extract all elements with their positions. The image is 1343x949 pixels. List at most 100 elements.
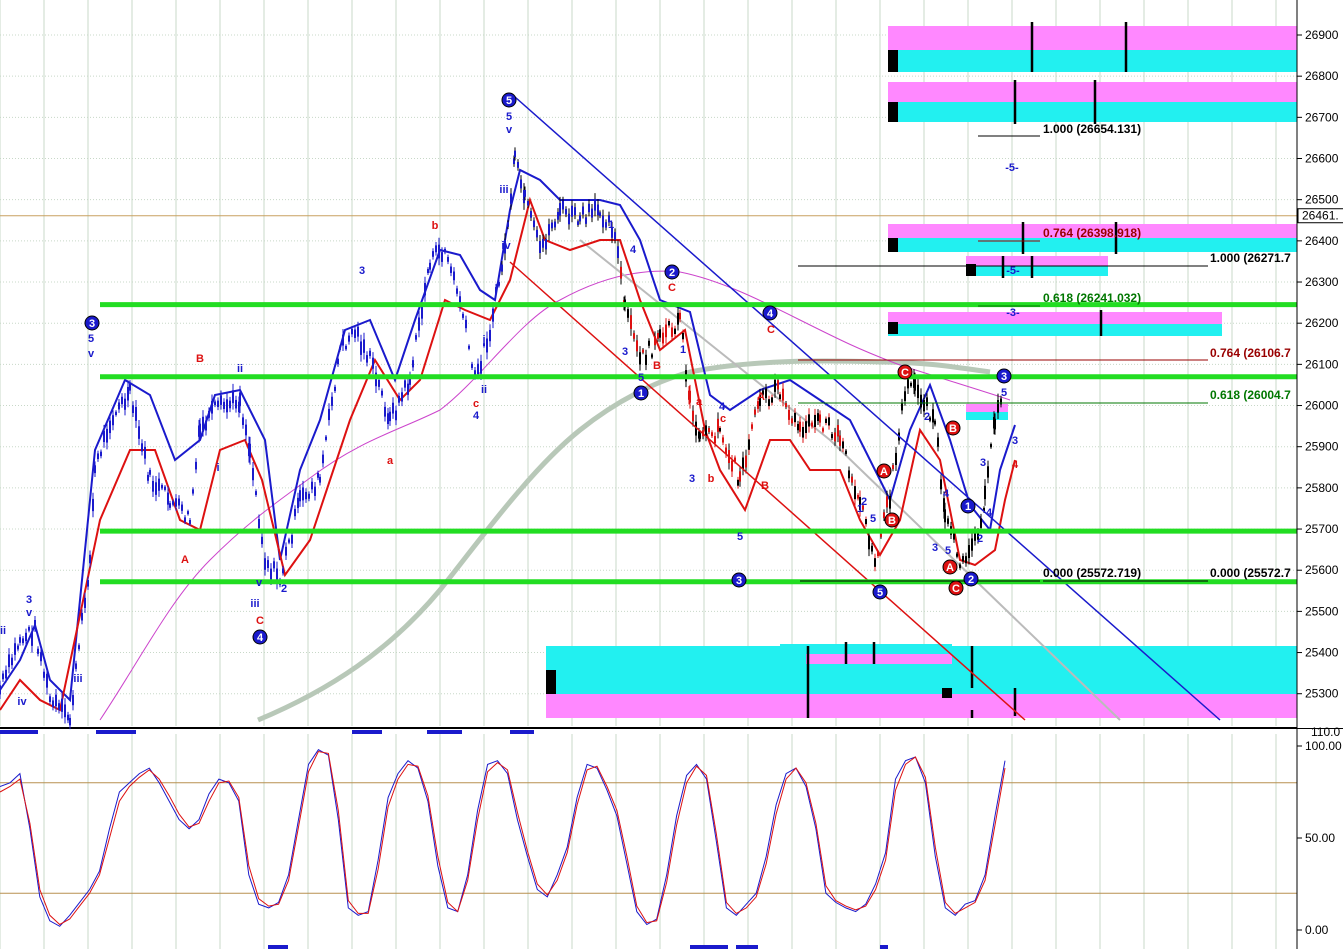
price-body	[851, 476, 853, 483]
price-body	[444, 248, 446, 253]
price-body	[579, 215, 581, 222]
price-body	[765, 388, 767, 399]
price-body	[245, 424, 247, 436]
price-body	[415, 335, 417, 340]
wave-label: 3	[359, 265, 365, 277]
price-body	[115, 411, 117, 416]
price-body	[854, 486, 856, 500]
price-body	[602, 215, 604, 228]
price-body	[630, 315, 632, 329]
price-body	[418, 317, 420, 331]
price-body	[639, 352, 641, 365]
price-body	[334, 386, 336, 391]
price-body	[226, 399, 228, 413]
price-body	[0, 685, 1, 695]
price-body	[43, 671, 45, 678]
price-body	[161, 484, 163, 489]
oscillator-line	[0, 750, 1006, 926]
price-body	[319, 476, 321, 483]
price-body	[78, 645, 80, 650]
price-body	[577, 221, 579, 225]
wave-label: 1	[608, 219, 614, 231]
wave-label: v	[256, 577, 263, 589]
price-body	[848, 470, 850, 479]
price-body	[571, 205, 573, 217]
price-body	[668, 321, 670, 326]
wave-circle-label: 2	[968, 574, 974, 586]
wave-circle-label: 4	[257, 632, 264, 644]
wave-label: 4	[719, 401, 726, 413]
price-body	[258, 519, 260, 529]
price-body	[87, 579, 89, 587]
price-body	[75, 663, 77, 669]
price-tick-label: 25800	[1305, 481, 1339, 495]
wave-label: iv	[501, 240, 511, 252]
price-body	[495, 287, 497, 294]
price-body	[717, 418, 719, 432]
price-body	[671, 327, 673, 337]
price-body	[901, 402, 903, 411]
price-body	[524, 189, 526, 197]
price-body	[155, 482, 157, 495]
price-body	[453, 271, 455, 281]
wave-label: 4	[986, 507, 993, 519]
price-body	[932, 409, 934, 423]
price-body	[52, 700, 54, 708]
zone-magenta	[888, 312, 1222, 324]
wave-label: 3	[1012, 435, 1018, 447]
price-body	[270, 568, 272, 580]
zone-marker	[942, 688, 952, 698]
price-body	[354, 329, 356, 338]
price-body	[548, 224, 550, 236]
price-body	[585, 217, 587, 224]
price-body	[551, 222, 553, 229]
price-body	[745, 455, 747, 468]
price-body	[754, 409, 756, 415]
price-body	[100, 451, 102, 457]
price-body	[202, 416, 204, 431]
price-body	[917, 384, 919, 399]
signal-marker	[690, 945, 728, 949]
price-body	[785, 403, 787, 408]
price-body	[842, 441, 844, 449]
price-body	[285, 546, 287, 556]
price-body	[533, 220, 535, 228]
price-tick-label: 25600	[1305, 563, 1339, 577]
price-body	[719, 427, 721, 432]
price-tick-label: 26900	[1305, 28, 1339, 42]
osc-tick-label: 50.00	[1305, 831, 1335, 845]
zone-cyan	[966, 266, 1108, 276]
zone-cyan	[888, 324, 1222, 336]
price-body	[384, 406, 386, 417]
price-body	[305, 491, 307, 500]
wave-label: iii	[499, 184, 508, 196]
zone-cyan	[546, 666, 1297, 694]
wave-label: v	[88, 348, 95, 360]
signal-marker	[352, 730, 382, 734]
price-body	[398, 395, 400, 403]
price-body	[369, 350, 371, 357]
price-body	[164, 486, 166, 490]
price-body	[477, 363, 479, 375]
price-body	[597, 204, 599, 216]
price-body	[953, 532, 955, 540]
wave-circle-label: 5	[877, 587, 883, 599]
price-body	[834, 432, 836, 442]
price-tick-label: 26600	[1305, 152, 1339, 166]
price-body	[904, 391, 906, 401]
price-body	[822, 428, 824, 432]
wave-label: A	[181, 554, 189, 566]
price-body	[175, 498, 177, 507]
price-body	[2, 673, 4, 680]
price-body	[331, 396, 333, 406]
wave-label: 5	[870, 513, 876, 525]
wave-label: c	[720, 413, 726, 425]
wave-label: a	[387, 455, 394, 467]
wave-label: v	[26, 607, 33, 619]
oscillator-line	[0, 749, 1006, 927]
fib-label: 0.764 (26398.918)	[1043, 226, 1141, 240]
price-body	[311, 481, 313, 490]
osc-top-label: 110.0	[1311, 725, 1340, 739]
wave-label: 2	[924, 411, 930, 423]
price-body	[748, 439, 750, 450]
